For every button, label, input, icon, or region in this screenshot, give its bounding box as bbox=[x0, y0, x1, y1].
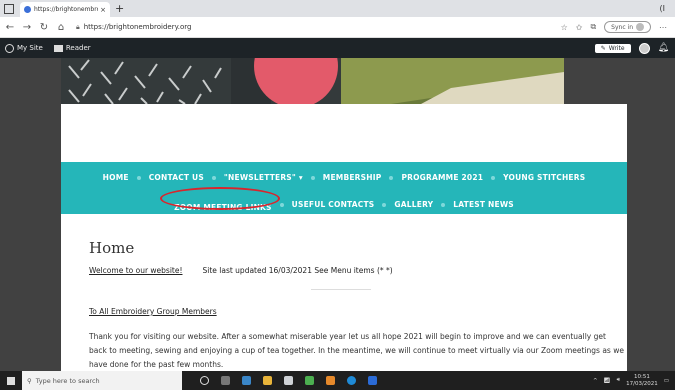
tab-title: https://brightonembroidery.org bbox=[34, 6, 98, 13]
task-view-icon[interactable] bbox=[221, 376, 230, 385]
wp-admin-bar: My Site Reader ✎ Write 🔔︎ bbox=[0, 38, 675, 58]
search-placeholder: Type here to search bbox=[35, 376, 100, 385]
highlight-circle bbox=[160, 187, 281, 210]
header-image-graphic bbox=[61, 58, 564, 104]
menu-item-useful-contacts[interactable]: USEFUL CONTACTS bbox=[284, 200, 383, 209]
mail-icon[interactable] bbox=[368, 376, 377, 385]
lock-icon: 🔒︎ bbox=[76, 22, 80, 31]
browser-toolbar: ← → ↻ ⌂ 🔒︎ https://brightonembroidery.or… bbox=[0, 17, 675, 38]
menu-item-newsletters[interactable]: "NEWSLETTERS" ▾ bbox=[216, 173, 311, 182]
last-updated-text: Site last updated 16/03/2021 See Menu it… bbox=[202, 266, 393, 275]
zoom-link-wrapper: ZOOM MEETING LINKS bbox=[160, 187, 281, 214]
windows-taskbar: ⚲ Type here to search ^ 📶︎ 🔊︎ 10:51 17/0… bbox=[0, 371, 675, 390]
clock-time: 10:51 bbox=[634, 373, 650, 380]
screen: https://brightonembroidery.org × + (I ← … bbox=[0, 0, 675, 390]
menu-item-young-stitchers[interactable]: YOUNG STITCHERS bbox=[495, 173, 593, 182]
menu-item-home[interactable]: HOME bbox=[95, 173, 137, 182]
content-card: HOME CONTACT US "NEWSLETTERS" ▾ MEMBERSH… bbox=[61, 104, 627, 371]
tray-chevron-icon[interactable]: ^ bbox=[593, 378, 598, 384]
welcome-row: Welcome to our website! Site last update… bbox=[89, 266, 393, 275]
menu-item-latest-news[interactable]: LATEST NEWS bbox=[445, 200, 522, 209]
address-bar[interactable]: 🔒︎ https://brightonembroidery.org bbox=[76, 23, 191, 32]
tab-actions-icon[interactable] bbox=[4, 3, 14, 14]
write-button[interactable]: ✎ Write bbox=[594, 43, 631, 53]
more-menu-icon[interactable]: ⋯ bbox=[659, 23, 667, 32]
page-title: Home bbox=[89, 239, 135, 257]
clock-date: 17/03/2021 bbox=[626, 380, 658, 387]
store-icon[interactable] bbox=[284, 376, 293, 385]
cortana-icon[interactable] bbox=[200, 376, 209, 385]
browser-tab[interactable]: https://brightonembroidery.org × bbox=[20, 2, 110, 17]
header-image bbox=[61, 58, 564, 104]
menu-row-2: ZOOM MEETING LINKS USEFUL CONTACTS GALLE… bbox=[61, 187, 627, 214]
collections-icon[interactable]: ⧉ bbox=[590, 22, 596, 32]
reader-icon bbox=[53, 44, 63, 52]
browser-app-icon[interactable] bbox=[242, 376, 251, 385]
welcome-link[interactable]: Welcome to our website! bbox=[89, 266, 182, 275]
app-icon-2[interactable] bbox=[326, 376, 335, 385]
file-explorer-icon[interactable] bbox=[263, 376, 272, 385]
profile-avatar-icon bbox=[636, 23, 644, 31]
back-icon[interactable]: ← bbox=[3, 22, 17, 33]
reader-label: Reader bbox=[65, 44, 91, 52]
url-text: https://brightonembroidery.org bbox=[83, 23, 192, 31]
reader-button[interactable]: Reader bbox=[53, 44, 91, 52]
system-tray: ^ 📶︎ 🔊︎ 10:51 17/03/2021 ▭ bbox=[593, 374, 669, 388]
search-icon: ⚲ bbox=[27, 376, 32, 385]
network-icon[interactable]: 📶︎ bbox=[604, 378, 611, 384]
window-controls[interactable]: (I bbox=[660, 4, 665, 13]
site-favicon-icon bbox=[24, 6, 31, 13]
members-link[interactable]: To All Embroidery Group Members bbox=[89, 307, 217, 316]
sync-button[interactable]: Sync in bbox=[604, 21, 651, 33]
write-icon: ✎ bbox=[600, 44, 606, 52]
wordpress-icon bbox=[5, 43, 14, 53]
write-label: Write bbox=[608, 44, 625, 52]
app-icon[interactable] bbox=[305, 376, 314, 385]
volume-icon[interactable]: 🔊︎ bbox=[617, 377, 620, 384]
menu-item-programme-2021[interactable]: PROGRAMME 2021 bbox=[393, 173, 491, 182]
main-menu: HOME CONTACT US "NEWSLETTERS" ▾ MEMBERSH… bbox=[61, 162, 627, 214]
notifications-bell-icon[interactable]: 🔔︎ bbox=[658, 43, 669, 53]
refresh-icon[interactable]: ↻ bbox=[37, 22, 51, 33]
windows-logo-icon bbox=[7, 376, 15, 385]
menu-item-gallery[interactable]: GALLERY bbox=[386, 200, 441, 209]
new-tab-button[interactable]: + bbox=[115, 2, 124, 15]
edge-icon[interactable] bbox=[347, 376, 356, 385]
section-divider bbox=[311, 289, 371, 290]
taskbar-apps bbox=[200, 376, 377, 385]
intro-paragraph: Thank you for visiting our website. Afte… bbox=[89, 332, 624, 369]
my-site-label: My Site bbox=[17, 44, 43, 52]
menu-row-1: HOME CONTACT US "NEWSLETTERS" ▾ MEMBERSH… bbox=[61, 173, 627, 182]
notification-icon[interactable]: ▭ bbox=[664, 378, 669, 384]
clock[interactable]: 10:51 17/03/2021 bbox=[626, 374, 658, 388]
toolbar-right: ☆ ✩ ⧉ Sync in ⋯ bbox=[561, 21, 667, 33]
favorite-star-icon[interactable]: ☆ bbox=[561, 23, 568, 32]
browser-tab-strip: https://brightonembroidery.org × + (I bbox=[0, 0, 675, 17]
start-button[interactable] bbox=[0, 371, 22, 390]
user-avatar[interactable] bbox=[638, 42, 650, 54]
sync-label: Sync in bbox=[611, 23, 633, 31]
wp-admin-right: ✎ Write 🔔︎ bbox=[594, 42, 669, 54]
forward-icon[interactable]: → bbox=[20, 22, 34, 33]
my-site-button[interactable]: My Site bbox=[5, 43, 43, 53]
menu-item-contact-us[interactable]: CONTACT US bbox=[141, 173, 212, 182]
taskbar-search[interactable]: ⚲ Type here to search bbox=[22, 371, 182, 390]
favorites-icon[interactable]: ✩ bbox=[576, 23, 583, 32]
tab-close-icon[interactable]: × bbox=[100, 6, 106, 14]
home-icon[interactable]: ⌂ bbox=[54, 22, 68, 33]
menu-item-membership[interactable]: MEMBERSHIP bbox=[315, 173, 390, 182]
